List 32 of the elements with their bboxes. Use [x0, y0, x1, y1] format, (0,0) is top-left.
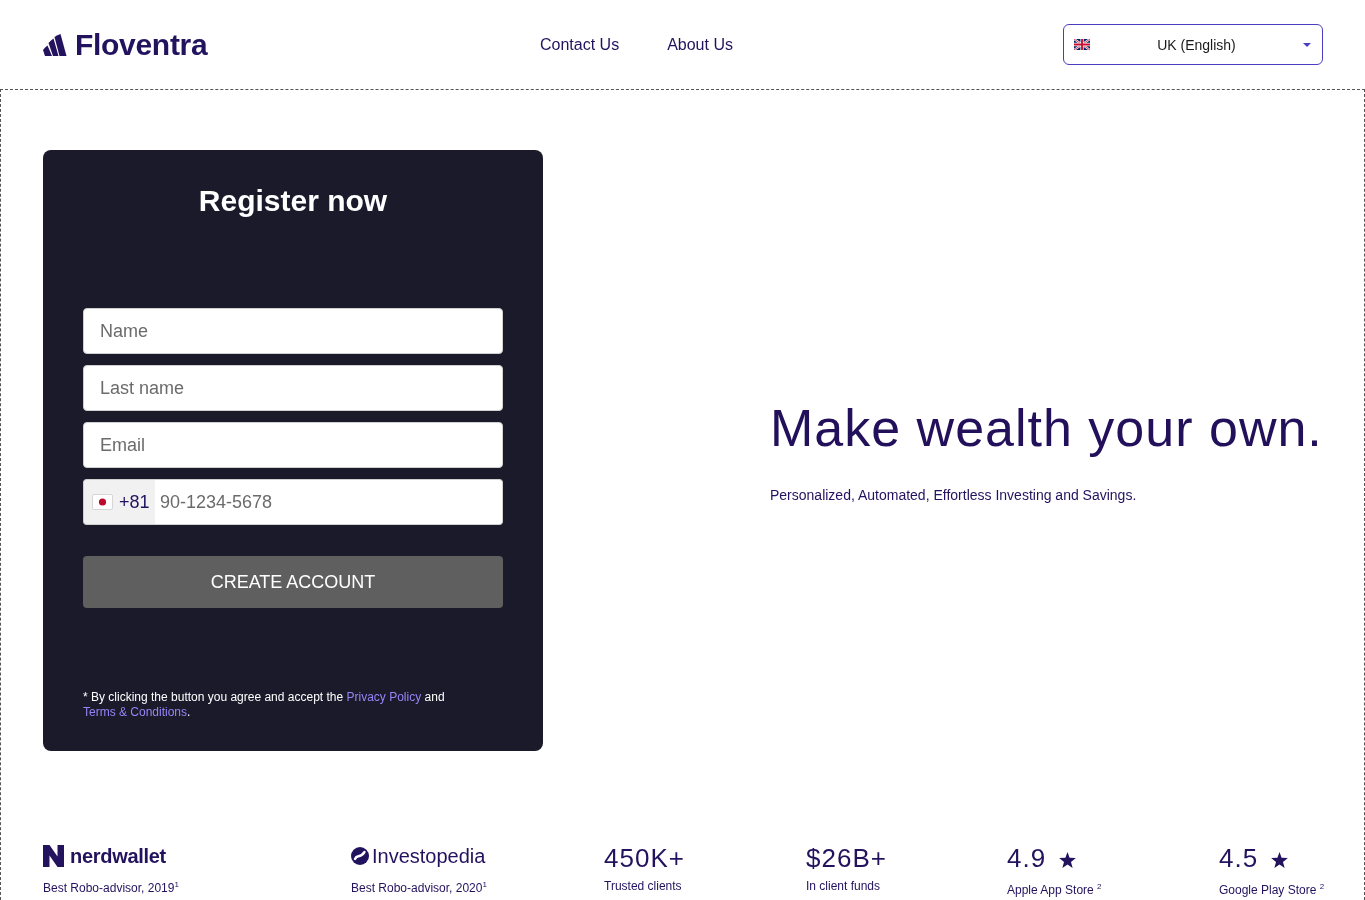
consent-text: * By clicking the button you agree and accept the Privacy Policy and Terms & Conditions.: [83, 690, 446, 720]
award-caption: Best Robo-advisor, 2020$^{1}$: [351, 881, 487, 896]
caret-icon: [1303, 42, 1311, 47]
star-icon: [1271, 852, 1289, 868]
metric-label: Google Play Store $^{2}$: [1219, 883, 1325, 898]
nav-link[interactable]: Contact Us: [540, 34, 620, 55]
name-field[interactable]: Name: [83, 308, 503, 354]
brand-name: Floventra: [75, 27, 208, 62]
hero-subtitle: Personalized, Automated, Effortless Investing and Savings.: [770, 486, 1138, 504]
uk-flag-icon: [1074, 39, 1090, 50]
email-field[interactable]: Email: [83, 422, 503, 468]
award-caption: Best Robo-advisor, 2019$^{1}$: [43, 881, 179, 896]
metric-label: Apple App Store $^{2}$: [1007, 883, 1102, 898]
metric-value: 450K+: [604, 843, 685, 873]
n-logo-icon: [43, 845, 64, 867]
metric-value: 4.9: [1007, 843, 1047, 873]
language-select[interactable]: UK (English): [1063, 24, 1323, 65]
star-icon: [1059, 852, 1077, 868]
nav-link[interactable]: About Us: [667, 34, 733, 55]
register-title: Register now: [197, 183, 389, 219]
metric-value: 4.5: [1219, 843, 1259, 873]
hero-headline: Make wealth your own.: [770, 397, 1323, 458]
metric-value: $26B+: [806, 843, 887, 873]
create-account-button[interactable]: CREATE ACCOUNT: [83, 556, 503, 608]
stripes-logo-icon: [43, 33, 67, 56]
award-logo-text: nerdwallet: [70, 844, 166, 868]
last-name-field[interactable]: Last name: [83, 365, 503, 411]
privacy-policy-link[interactable]: Privacy Policy: [346, 690, 422, 704]
metric-label: Trusted clients: [604, 879, 682, 894]
metric-label: In client funds: [806, 879, 881, 894]
swirl-logo-icon: [351, 847, 369, 865]
award-logo-text: Investopedia: [372, 844, 486, 868]
